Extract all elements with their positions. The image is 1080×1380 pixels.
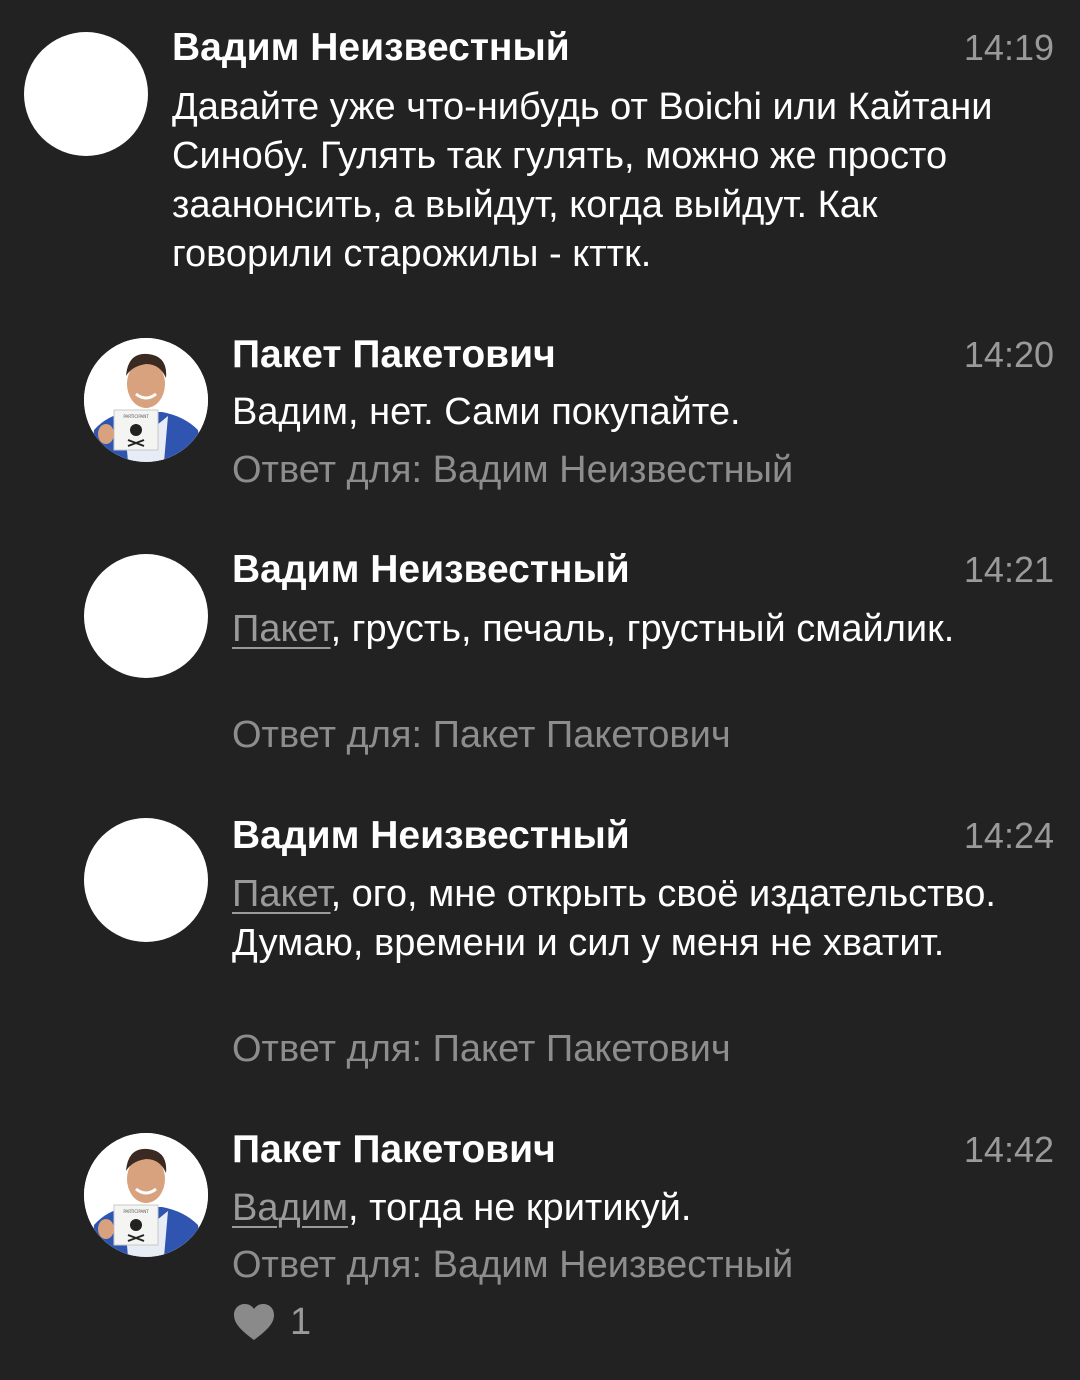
comment-text: Пакет, грусть, печаль, грустный смайлик. xyxy=(232,605,1032,654)
avatar[interactable] xyxy=(84,818,208,942)
reply-to-link[interactable]: Ответ для: Вадим Неизвестный xyxy=(232,446,793,494)
avatar-photo: PARTICIPANT xyxy=(84,338,208,462)
mention-link[interactable]: Вадим xyxy=(232,1187,348,1229)
comment-text: Вадим, нет. Сами покупайте. xyxy=(232,391,741,433)
badge-text: PARTICIPANT xyxy=(123,414,149,419)
comment-text: Вадим, тогда не критикуй. xyxy=(232,1184,1032,1233)
comment-author[interactable]: Пакет Пакетович xyxy=(232,1126,556,1174)
like-count: 1 xyxy=(290,1301,312,1343)
comment-time: 14:42 xyxy=(963,1129,1054,1170)
avatar[interactable]: PARTICIPANT xyxy=(84,338,208,462)
comment-time: 14:24 xyxy=(963,815,1054,856)
mention-link[interactable]: Пакет xyxy=(232,873,331,915)
badge-text: PARTICIPANT xyxy=(123,1209,149,1214)
comment-time: 14:19 xyxy=(963,27,1054,68)
mention-link[interactable]: Пакет xyxy=(232,608,331,650)
avatar[interactable] xyxy=(84,554,208,678)
like-button[interactable]: 1 xyxy=(232,1300,311,1344)
reply-to-link[interactable]: Ответ для: Пакет Пакетович xyxy=(232,711,731,759)
comment-author[interactable]: Пакет Пакетович xyxy=(232,331,556,379)
avatar[interactable] xyxy=(24,32,148,156)
comment-body: , тогда не критикуй. xyxy=(348,1187,692,1229)
comment-author[interactable]: Вадим Неизвестный xyxy=(232,546,630,594)
reply-to-link[interactable]: Ответ для: Вадим Неизвестный xyxy=(232,1241,793,1289)
comment-body: , ого, мне открыть своё издательство. Ду… xyxy=(232,873,996,964)
avatar-photo: PARTICIPANT xyxy=(84,1133,208,1257)
heart-icon xyxy=(234,1304,274,1340)
comment-author[interactable]: Вадим Неизвестный xyxy=(172,24,570,72)
comment-text: Давайте уже что-нибудь от Boichi или Кай… xyxy=(172,86,993,275)
comment-time: 14:21 xyxy=(963,549,1054,590)
comment-thread: Вадим Неизвестный 14:19 Давайте уже что-… xyxy=(0,0,1080,1380)
comment-author[interactable]: Вадим Неизвестный xyxy=(232,812,630,860)
reply-to-link[interactable]: Ответ для: Пакет Пакетович xyxy=(232,1025,731,1073)
comment-body: , грусть, печаль, грустный смайлик. xyxy=(330,608,955,650)
comment-text: Пакет, ого, мне открыть своё издательств… xyxy=(232,870,1032,968)
avatar[interactable]: PARTICIPANT xyxy=(84,1133,208,1257)
comment-time: 14:20 xyxy=(963,334,1054,375)
